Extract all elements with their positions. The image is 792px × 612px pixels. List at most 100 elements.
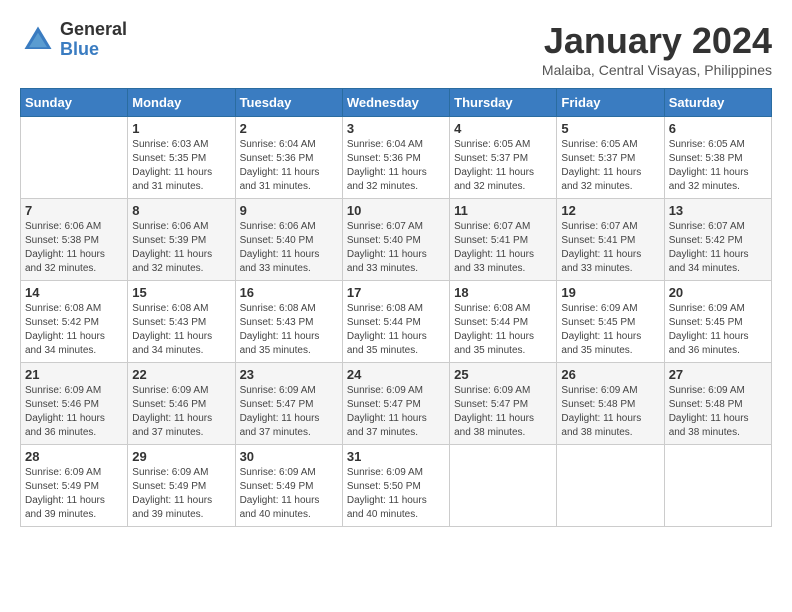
- day-number: 27: [669, 367, 767, 382]
- day-info: Sunrise: 6:05 AMSunset: 5:37 PMDaylight:…: [561, 138, 659, 194]
- day-number: 6: [669, 121, 767, 136]
- location-subtitle: Malaiba, Central Visayas, Philippines: [542, 62, 772, 78]
- calendar-week-row: 1 Sunrise: 6:03 AMSunset: 5:35 PMDaylight…: [21, 117, 772, 199]
- day-info: Sunrise: 6:06 AMSunset: 5:40 PMDaylight:…: [240, 220, 338, 276]
- day-number: 14: [25, 285, 123, 300]
- day-number: 1: [132, 121, 230, 136]
- title-block: January 2024 Malaiba, Central Visayas, P…: [542, 20, 772, 78]
- calendar-week-row: 21Sunrise: 6:09 AMSunset: 5:46 PMDayligh…: [21, 363, 772, 445]
- calendar-cell: 21Sunrise: 6:09 AMSunset: 5:46 PMDayligh…: [21, 363, 128, 445]
- day-info: Sunrise: 6:07 AMSunset: 5:41 PMDaylight:…: [454, 220, 552, 276]
- logo-text: General Blue: [60, 20, 127, 60]
- col-saturday: Saturday: [664, 89, 771, 117]
- col-sunday: Sunday: [21, 89, 128, 117]
- logo-general-text: General: [60, 20, 127, 40]
- day-info: Sunrise: 6:09 AMSunset: 5:47 PMDaylight:…: [240, 384, 338, 440]
- calendar-cell: 20Sunrise: 6:09 AMSunset: 5:45 PMDayligh…: [664, 281, 771, 363]
- calendar-cell: 27 Sunrise: 6:09 AMSunset: 5:48 PMDayligh…: [664, 363, 771, 445]
- day-info: Sunrise: 6:09 AMSunset: 5:45 PMDaylight:…: [669, 302, 767, 358]
- calendar-cell: 31Sunrise: 6:09 AMSunset: 5:50 PMDayligh…: [342, 445, 449, 527]
- day-number: 26: [561, 367, 659, 382]
- day-number: 28: [25, 449, 123, 464]
- day-info: Sunrise: 6:08 AMSunset: 5:43 PMDaylight:…: [132, 302, 230, 358]
- calendar-cell: 18 Sunrise: 6:08 AMSunset: 5:44 PMDayligh…: [450, 281, 557, 363]
- calendar-cell: 19 Sunrise: 6:09 AMSunset: 5:45 PMDayligh…: [557, 281, 664, 363]
- day-info: Sunrise: 6:07 AMSunset: 5:40 PMDaylight:…: [347, 220, 445, 276]
- calendar-cell: 4Sunrise: 6:05 AMSunset: 5:37 PMDaylight…: [450, 117, 557, 199]
- day-info: Sunrise: 6:07 AMSunset: 5:42 PMDaylight:…: [669, 220, 767, 276]
- day-number: 3: [347, 121, 445, 136]
- day-number: 18: [454, 285, 552, 300]
- day-info: Sunrise: 6:09 AMSunset: 5:47 PMDaylight:…: [454, 384, 552, 440]
- calendar-cell: 11 Sunrise: 6:07 AMSunset: 5:41 PMDayligh…: [450, 199, 557, 281]
- calendar-cell: 5 Sunrise: 6:05 AMSunset: 5:37 PMDaylight…: [557, 117, 664, 199]
- calendar-cell: 12 Sunrise: 6:07 AMSunset: 5:41 PMDayligh…: [557, 199, 664, 281]
- calendar-cell: [557, 445, 664, 527]
- calendar-cell: 15 Sunrise: 6:08 AMSunset: 5:43 PMDayligh…: [128, 281, 235, 363]
- day-info: Sunrise: 6:06 AMSunset: 5:39 PMDaylight:…: [132, 220, 230, 276]
- day-info: Sunrise: 6:03 AMSunset: 5:35 PMDaylight:…: [132, 138, 230, 194]
- day-info: Sunrise: 6:04 AMSunset: 5:36 PMDaylight:…: [240, 138, 338, 194]
- day-number: 2: [240, 121, 338, 136]
- day-info: Sunrise: 6:04 AMSunset: 5:36 PMDaylight:…: [347, 138, 445, 194]
- day-number: 8: [132, 203, 230, 218]
- calendar-week-row: 14 Sunrise: 6:08 AMSunset: 5:42 PMDayligh…: [21, 281, 772, 363]
- calendar-cell: 30Sunrise: 6:09 AMSunset: 5:49 PMDayligh…: [235, 445, 342, 527]
- day-number: 22: [132, 367, 230, 382]
- day-number: 17: [347, 285, 445, 300]
- day-number: 12: [561, 203, 659, 218]
- day-number: 10: [347, 203, 445, 218]
- calendar-cell: 28 Sunrise: 6:09 AMSunset: 5:49 PMDayligh…: [21, 445, 128, 527]
- day-number: 24: [347, 367, 445, 382]
- day-info: Sunrise: 6:08 AMSunset: 5:44 PMDaylight:…: [454, 302, 552, 358]
- day-number: 11: [454, 203, 552, 218]
- day-info: Sunrise: 6:09 AMSunset: 5:46 PMDaylight:…: [132, 384, 230, 440]
- day-info: Sunrise: 6:09 AMSunset: 5:48 PMDaylight:…: [669, 384, 767, 440]
- col-monday: Monday: [128, 89, 235, 117]
- day-number: 9: [240, 203, 338, 218]
- calendar-week-row: 28 Sunrise: 6:09 AMSunset: 5:49 PMDayligh…: [21, 445, 772, 527]
- logo: General Blue: [20, 20, 127, 60]
- day-info: Sunrise: 6:09 AMSunset: 5:49 PMDaylight:…: [132, 466, 230, 522]
- calendar-cell: 23Sunrise: 6:09 AMSunset: 5:47 PMDayligh…: [235, 363, 342, 445]
- calendar-table: Sunday Monday Tuesday Wednesday Thursday…: [20, 88, 772, 527]
- month-title: January 2024: [542, 20, 772, 62]
- calendar-cell: 26 Sunrise: 6:09 AMSunset: 5:48 PMDayligh…: [557, 363, 664, 445]
- calendar-cell: [664, 445, 771, 527]
- col-friday: Friday: [557, 89, 664, 117]
- calendar-cell: 13Sunrise: 6:07 AMSunset: 5:42 PMDayligh…: [664, 199, 771, 281]
- day-info: Sunrise: 6:09 AMSunset: 5:47 PMDaylight:…: [347, 384, 445, 440]
- day-number: 19: [561, 285, 659, 300]
- calendar-week-row: 7 Sunrise: 6:06 AMSunset: 5:38 PMDaylight…: [21, 199, 772, 281]
- calendar-cell: 7 Sunrise: 6:06 AMSunset: 5:38 PMDaylight…: [21, 199, 128, 281]
- calendar-cell: 1 Sunrise: 6:03 AMSunset: 5:35 PMDaylight…: [128, 117, 235, 199]
- calendar-cell: 22 Sunrise: 6:09 AMSunset: 5:46 PMDayligh…: [128, 363, 235, 445]
- day-number: 7: [25, 203, 123, 218]
- day-number: 15: [132, 285, 230, 300]
- calendar-cell: 14 Sunrise: 6:08 AMSunset: 5:42 PMDayligh…: [21, 281, 128, 363]
- day-info: Sunrise: 6:08 AMSunset: 5:42 PMDaylight:…: [25, 302, 123, 358]
- page-header: General Blue January 2024 Malaiba, Centr…: [20, 20, 772, 78]
- day-info: Sunrise: 6:09 AMSunset: 5:48 PMDaylight:…: [561, 384, 659, 440]
- col-wednesday: Wednesday: [342, 89, 449, 117]
- day-info: Sunrise: 6:09 AMSunset: 5:45 PMDaylight:…: [561, 302, 659, 358]
- day-number: 29: [132, 449, 230, 464]
- col-thursday: Thursday: [450, 89, 557, 117]
- day-info: Sunrise: 6:05 AMSunset: 5:38 PMDaylight:…: [669, 138, 767, 194]
- day-number: 25: [454, 367, 552, 382]
- logo-blue-text: Blue: [60, 40, 127, 60]
- calendar-cell: 8 Sunrise: 6:06 AMSunset: 5:39 PMDaylight…: [128, 199, 235, 281]
- day-info: Sunrise: 6:09 AMSunset: 5:50 PMDaylight:…: [347, 466, 445, 522]
- day-number: 4: [454, 121, 552, 136]
- day-info: Sunrise: 6:09 AMSunset: 5:46 PMDaylight:…: [25, 384, 123, 440]
- calendar-cell: 16Sunrise: 6:08 AMSunset: 5:43 PMDayligh…: [235, 281, 342, 363]
- calendar-cell: 29 Sunrise: 6:09 AMSunset: 5:49 PMDayligh…: [128, 445, 235, 527]
- calendar-cell: 9 Sunrise: 6:06 AMSunset: 5:40 PMDaylight…: [235, 199, 342, 281]
- day-info: Sunrise: 6:07 AMSunset: 5:41 PMDaylight:…: [561, 220, 659, 276]
- day-info: Sunrise: 6:06 AMSunset: 5:38 PMDaylight:…: [25, 220, 123, 276]
- calendar-header-row: Sunday Monday Tuesday Wednesday Thursday…: [21, 89, 772, 117]
- day-info: Sunrise: 6:09 AMSunset: 5:49 PMDaylight:…: [240, 466, 338, 522]
- day-info: Sunrise: 6:09 AMSunset: 5:49 PMDaylight:…: [25, 466, 123, 522]
- calendar-cell: 25 Sunrise: 6:09 AMSunset: 5:47 PMDayligh…: [450, 363, 557, 445]
- day-number: 5: [561, 121, 659, 136]
